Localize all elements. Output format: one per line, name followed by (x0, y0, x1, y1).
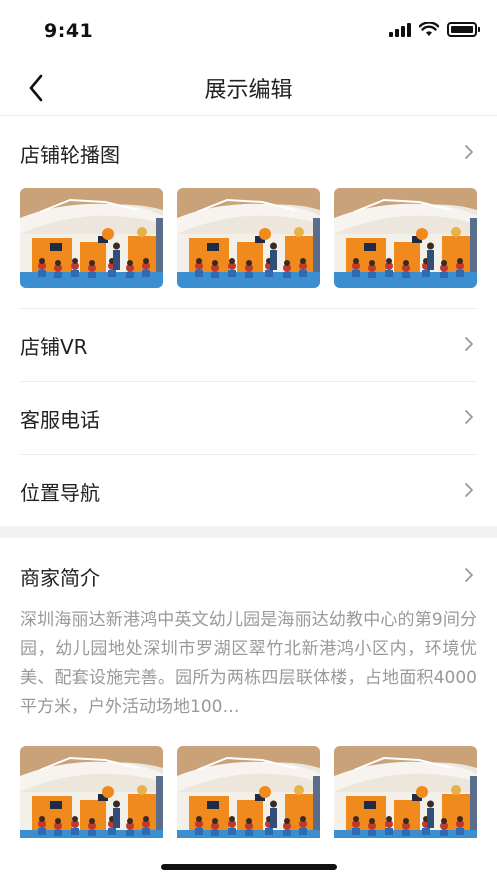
section-separator (0, 526, 497, 538)
intro-image[interactable] (177, 746, 320, 846)
wifi-icon (419, 22, 439, 36)
merchant-intro-images (20, 746, 477, 846)
cellular-signal-icon (389, 22, 411, 37)
store-vr-row[interactable]: 店铺VR (0, 309, 497, 381)
chevron-right-icon (465, 568, 473, 582)
carousel-image[interactable] (334, 188, 477, 288)
intro-image[interactable] (334, 746, 477, 846)
home-indicator (161, 864, 337, 870)
store-carousel-row[interactable]: 店铺轮播图 (0, 117, 497, 189)
store-carousel-images (20, 188, 477, 288)
store-carousel-label: 店铺轮播图 (20, 143, 120, 167)
battery-icon (447, 22, 480, 37)
location-nav-row[interactable]: 位置导航 (0, 455, 497, 527)
page-title: 展示编辑 (204, 78, 293, 103)
carousel-image[interactable] (20, 188, 163, 288)
location-nav-label: 位置导航 (20, 481, 100, 505)
merchant-intro-text: 深圳海丽达新港鸿中英文幼儿园是海丽达幼教中心的第9间分园，幼儿园地处深圳市罗湖区… (20, 610, 477, 717)
intro-image[interactable] (20, 746, 163, 846)
merchant-intro-label: 商家简介 (20, 566, 100, 590)
status-icons (389, 22, 480, 37)
chevron-right-icon (465, 337, 473, 351)
nav-bar: 展示编辑 (0, 60, 497, 116)
carousel-image[interactable] (177, 188, 320, 288)
chevron-right-icon (465, 410, 473, 424)
bottom-safe-area (0, 838, 497, 883)
chevron-right-icon (465, 145, 473, 159)
service-phone-label: 客服电话 (20, 408, 100, 432)
merchant-intro-row[interactable]: 商家简介 (0, 540, 497, 612)
status-bar: 9:41 (0, 0, 497, 60)
service-phone-row[interactable]: 客服电话 (0, 382, 497, 454)
status-time: 9:41 (44, 20, 94, 42)
chevron-right-icon (465, 483, 473, 497)
store-vr-label: 店铺VR (20, 335, 88, 359)
